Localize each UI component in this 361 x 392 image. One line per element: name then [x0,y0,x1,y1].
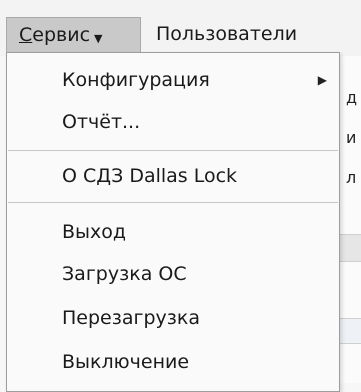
menu-service-label: ервис [32,24,91,46]
menu-item-label: Выход [62,221,127,243]
menu-item-label: Загрузка ОС [62,263,187,285]
background-row [337,318,361,344]
menu-service[interactable]: Сервис ▼ [6,17,141,53]
menu-item-report[interactable]: Отчёт... [7,103,339,141]
menu-item-reboot[interactable]: Перезагрузка [7,299,339,337]
menu-item-label: О СДЗ Dallas Lock [62,165,238,187]
menu-service-mnemonic: С [19,24,33,46]
menu-users[interactable]: Пользователи [156,17,297,53]
service-dropdown-menu: Конфигурация ▶ Отчёт... О СДЗ Dallas Loc… [6,52,340,392]
background-row [337,234,361,262]
menu-item-shutdown[interactable]: Выключение [7,343,339,381]
menu-item-boot-os[interactable]: Загрузка ОС [7,255,339,293]
menu-item-label: Конфигурация [62,69,210,91]
background-text: и [346,128,357,147]
triangle-right-icon: ▶ [317,73,327,87]
menu-separator [8,202,338,203]
menu-item-label: Выключение [62,351,190,373]
menu-separator [8,150,338,151]
menu-item-configuration[interactable]: Конфигурация ▶ [7,61,339,99]
caret-down-icon: ▼ [94,32,103,45]
menu-item-label: Перезагрузка [62,307,200,329]
menu-bar: Сервис ▼ Пользователи [0,0,361,56]
background-text: л [346,168,357,187]
menu-item-exit[interactable]: Выход [7,213,339,251]
menu-item-about[interactable]: О СДЗ Dallas Lock [7,157,339,195]
background-text: д [346,88,358,107]
menu-item-label: Отчёт... [62,111,141,133]
